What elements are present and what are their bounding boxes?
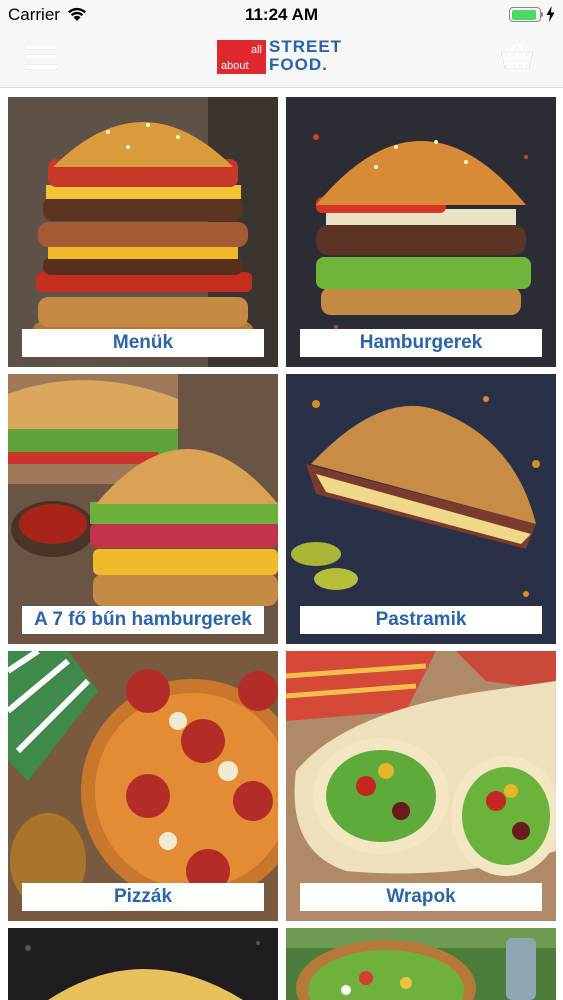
category-tile-hamburgerek[interactable]: Hamburgerek [286,97,556,367]
category-label: Wrapok [300,883,542,911]
bun-image [8,928,278,1000]
pastrami-image [286,374,556,644]
app-logo: all about STREET FOOD. [217,38,345,78]
category-label: Pizzák [22,883,264,911]
hamburger-menu-icon[interactable] [26,43,59,71]
pizza-image [8,651,278,921]
category-label: Pastramik [300,606,542,634]
logo-small-text-2: about [221,60,249,72]
status-time: 11:24 AM [244,5,319,24]
seven-sins-burger-image [8,374,278,644]
category-tile-7[interactable] [8,928,278,1000]
category-tile-pastramik[interactable]: Pastramik [286,374,556,644]
category-label: A 7 fő bűn hamburgerek [22,606,264,634]
category-label: Menük [22,329,264,357]
hamburger-image [286,97,556,367]
category-tile-8[interactable] [286,928,556,1000]
charging-bolt-icon [546,6,555,22]
logo-word-street: STREET [269,37,343,56]
battery-level-fill [511,9,537,20]
app-header: all about STREET FOOD. [0,30,563,88]
battery-icon [509,7,541,22]
logo-red-box: all about [217,40,266,74]
status-bar: Carrier 11:24 AM [0,0,563,30]
category-tile-menuk[interactable]: Menük [8,97,278,367]
shopping-basket-icon[interactable] [499,42,535,72]
category-tile-pizzak[interactable]: Pizzák [8,651,278,921]
category-tile-7-fo-bun[interactable]: A 7 fő bűn hamburgerek [8,374,278,644]
logo-small-text-1: all [250,44,262,56]
menu-burger-image [8,97,278,367]
category-tile-wrapok[interactable]: Wrapok [286,651,556,921]
wrap-image [286,651,556,921]
category-label: Hamburgerek [300,329,542,357]
salad-image [286,928,556,1000]
category-grid: Menük Hamburgerek A 7 fő bűn hamburgerek… [0,88,563,1000]
logo-word-food: FOOD. [269,55,328,74]
